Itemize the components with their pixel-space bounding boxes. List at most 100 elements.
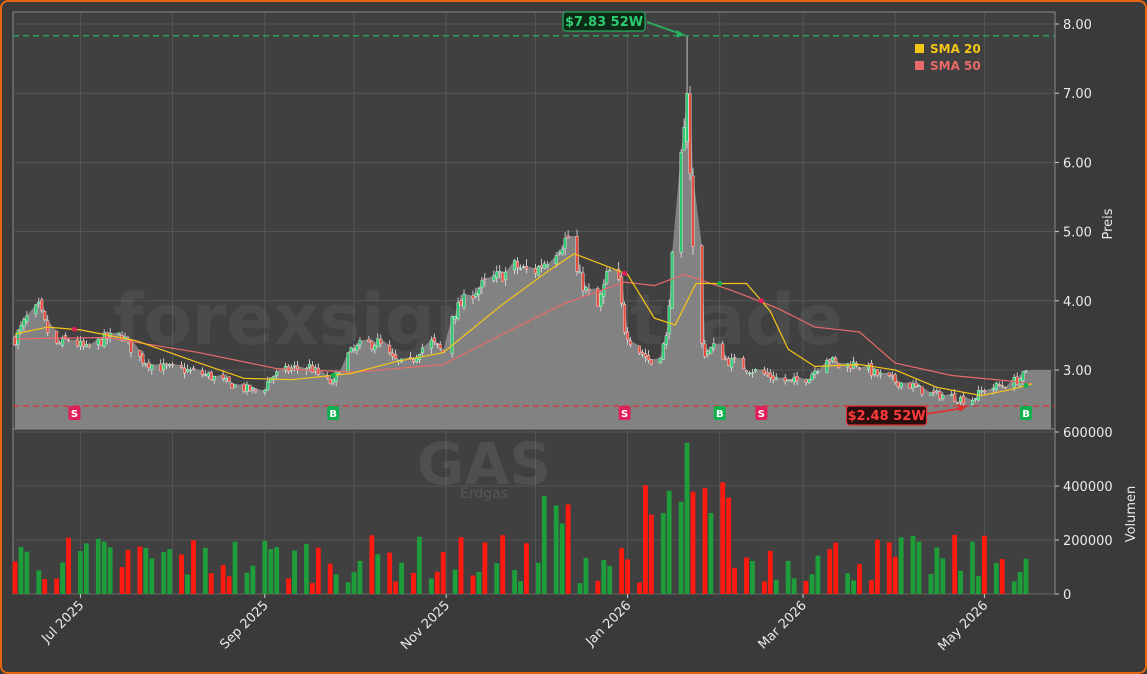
candle-body (733, 357, 737, 360)
candle-body (724, 357, 728, 360)
volume-bar (42, 579, 48, 594)
candle-body (159, 363, 163, 372)
candle-body (203, 374, 207, 376)
volume-bar (119, 567, 125, 594)
x-tick-label: Jan 2026 (583, 598, 635, 650)
volume-bar (684, 442, 690, 594)
x-tick-label: Jul 2025 (39, 598, 88, 647)
volume-bar (767, 550, 773, 594)
volume-bar (286, 578, 291, 594)
volume-bar (535, 562, 541, 594)
volume-bar (928, 573, 934, 594)
candle-body (979, 390, 983, 393)
candle-body (480, 280, 484, 288)
candle-body (492, 275, 496, 281)
candle-body (795, 376, 799, 382)
volume-bar (262, 540, 268, 594)
candle-body (533, 268, 537, 274)
volume-bar (809, 574, 815, 594)
candle-body (626, 331, 630, 340)
volume-bar (387, 552, 393, 594)
candle-body (956, 402, 960, 404)
volume-bar (250, 565, 256, 594)
volume-bar (916, 541, 922, 594)
candle-body (501, 272, 505, 282)
volume-bar (970, 541, 975, 594)
candle-body (587, 288, 591, 292)
candle-body (786, 379, 790, 381)
volume-bar (619, 548, 625, 594)
candle-body (84, 344, 88, 347)
low-52w-label: $2.48 52W (848, 409, 926, 424)
candle-body (87, 344, 91, 347)
volume-bar (417, 536, 422, 594)
signal-label: B (1022, 409, 1030, 420)
volume-bar (750, 560, 755, 594)
volume-bar (833, 542, 839, 594)
candle-body (432, 337, 436, 342)
candle-body (745, 370, 749, 372)
candle-body (1021, 371, 1025, 381)
candle-body (536, 266, 540, 276)
candle-body (352, 348, 356, 351)
candle-body (373, 345, 377, 351)
volume-bar (185, 574, 190, 594)
candle-body (584, 287, 588, 291)
candle-body (730, 358, 734, 368)
volume-bar (179, 554, 184, 594)
candle-body (831, 356, 835, 362)
candle-body (941, 395, 945, 399)
volume-bar (244, 572, 250, 594)
volume-bar (24, 551, 30, 594)
legend-label: SMA 50 (930, 59, 981, 73)
candle-body (513, 260, 517, 271)
volume-bar (934, 547, 940, 594)
volume-bar (791, 578, 797, 594)
candle-body (557, 251, 561, 254)
candle-body (471, 295, 475, 299)
candle-body (858, 367, 862, 370)
volume-bar (958, 570, 964, 594)
candle-body (804, 379, 808, 383)
volume-bar (60, 562, 65, 594)
candle-body (450, 316, 454, 354)
volume-bar (345, 582, 351, 594)
candle-body (370, 340, 374, 349)
ticker-subtitle-watermark: Erdgas (460, 486, 508, 502)
candle-body (566, 235, 570, 238)
volume-bar (851, 580, 856, 594)
candle-body (269, 377, 273, 383)
volume-bar (101, 541, 107, 594)
candle-body (560, 248, 564, 255)
volume-bar (607, 566, 613, 594)
candle-body (691, 175, 695, 247)
candle-body (411, 359, 415, 362)
high-52w-label: $7.83 52W (565, 15, 643, 30)
volume-bar (625, 559, 630, 594)
volume-axis-label: Volumen (1124, 486, 1139, 543)
candle-body (664, 335, 668, 345)
volume-bar (95, 538, 101, 594)
volume-bar (315, 547, 321, 594)
candle-body (251, 387, 255, 390)
volume-bar (595, 580, 601, 594)
candle-body (394, 354, 398, 359)
volume-bar (845, 573, 851, 594)
signal-dot (71, 326, 77, 332)
volume-bar (1017, 571, 1023, 594)
candle-body (962, 395, 966, 404)
candle-body (849, 364, 853, 369)
candle-body (209, 371, 213, 380)
candle-body (563, 238, 567, 249)
candle-body (191, 367, 195, 370)
candle-body (706, 351, 710, 355)
candle-body (483, 278, 487, 280)
price-tick-label: 8.00 (1063, 18, 1092, 33)
candle-body (307, 364, 311, 368)
candle-body (753, 369, 757, 372)
candle-body (182, 367, 186, 374)
candle-body (688, 93, 692, 174)
candle-body (774, 377, 778, 380)
candle-body (608, 269, 612, 272)
volume-bar (744, 557, 749, 594)
